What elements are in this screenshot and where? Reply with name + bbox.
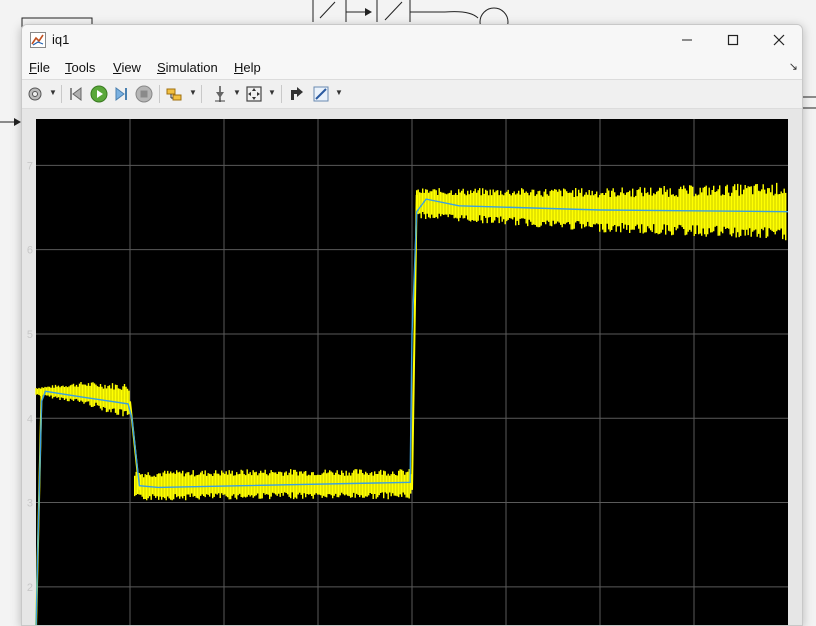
- settings-icon[interactable]: [25, 84, 45, 104]
- scope-plot[interactable]: 2 3 4 5 6 7: [22, 109, 802, 626]
- menu-tools[interactable]: Tools: [65, 60, 95, 75]
- y-tick-label: 5: [27, 329, 33, 341]
- menu-simulation-mnemonic: S: [157, 60, 166, 75]
- pin-icon[interactable]: ↘: [789, 60, 798, 73]
- restore-layout-icon[interactable]: [287, 84, 307, 104]
- menu-help-label: elp: [243, 60, 261, 75]
- menu-file[interactable]: File: [29, 60, 50, 75]
- toolbar-separator: [281, 85, 282, 103]
- y-tick-label: 7: [27, 160, 33, 172]
- maximize-icon: [727, 34, 739, 46]
- cursor-measure-icon[interactable]: [210, 84, 230, 104]
- step-back-icon[interactable]: [66, 84, 86, 104]
- toolbar: ▼ ▼ ▼ ▼ ▼: [22, 79, 802, 109]
- scope-window: iq1 File Tools View Simulation Help ↘ ▼: [21, 24, 803, 626]
- menu-help-mnemonic: H: [234, 60, 244, 75]
- step-forward-icon[interactable]: [112, 84, 132, 104]
- plot-area: 2 3 4 5 6 7: [22, 109, 802, 626]
- menu-help[interactable]: Help: [234, 60, 261, 75]
- menu-view[interactable]: View: [113, 60, 141, 75]
- stop-icon[interactable]: [134, 84, 154, 104]
- toolbar-separator: [201, 85, 202, 103]
- title-bar[interactable]: iq1: [22, 25, 802, 55]
- run-icon[interactable]: [89, 84, 109, 104]
- minimize-icon: [682, 39, 692, 41]
- matlab-icon: [30, 32, 46, 48]
- menu-file-label: ile: [36, 60, 50, 75]
- highlight-dropdown-arrow-icon[interactable]: ▼: [189, 88, 197, 97]
- toolbar-separator: [159, 85, 160, 103]
- toolbar-separator: [61, 85, 62, 103]
- close-icon: [773, 34, 785, 46]
- close-button[interactable]: [756, 25, 802, 55]
- menu-tools-label: ools: [71, 60, 96, 75]
- menu-simulation[interactable]: Simulation: [157, 60, 218, 75]
- y-tick-label: 6: [27, 245, 33, 257]
- y-tick-label: 2: [27, 582, 33, 594]
- style-icon[interactable]: [311, 84, 331, 104]
- highlight-block-icon[interactable]: [165, 84, 185, 104]
- y-tick-label: 4: [27, 413, 33, 425]
- style-dropdown-arrow-icon[interactable]: ▼: [335, 88, 343, 97]
- menu-simulation-label: imulation: [165, 60, 218, 75]
- minimize-button[interactable]: [664, 25, 710, 55]
- zoom-fit-icon[interactable]: [244, 84, 264, 104]
- maximize-button[interactable]: [710, 25, 756, 55]
- zoom-dropdown-arrow-icon[interactable]: ▼: [268, 88, 276, 97]
- window-title: iq1: [52, 32, 70, 47]
- measure-dropdown-arrow-icon[interactable]: ▼: [233, 88, 241, 97]
- menu-file-mnemonic: F: [29, 60, 37, 75]
- menu-view-label: iew: [121, 60, 141, 75]
- y-tick-label: 3: [27, 498, 33, 510]
- settings-dropdown-arrow-icon[interactable]: ▼: [49, 88, 57, 97]
- menu-bar: File Tools View Simulation Help ↘: [22, 55, 802, 79]
